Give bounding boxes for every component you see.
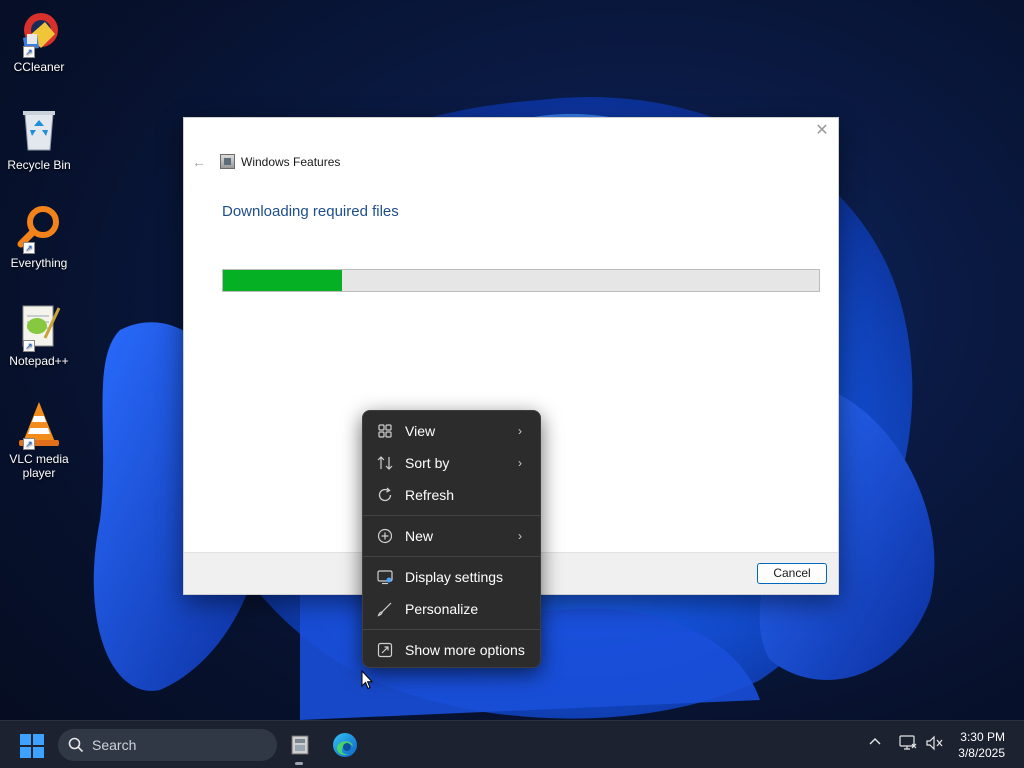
download-progress-bar (222, 269, 820, 292)
vlc-cone-icon: ↗ (15, 400, 63, 450)
menu-item-display-settings[interactable]: Display settings (367, 562, 536, 592)
refresh-icon (377, 487, 393, 503)
menu-item-new[interactable]: New › (367, 521, 536, 551)
start-button[interactable] (20, 734, 44, 758)
magnifier-icon: ↗ (15, 204, 63, 254)
menu-item-personalize[interactable]: Personalize (367, 594, 536, 624)
shortcut-arrow-icon: ↗ (23, 46, 35, 58)
menu-item-refresh[interactable]: Refresh (367, 480, 536, 510)
running-indicator (295, 762, 303, 765)
close-button[interactable]: ✕ (814, 122, 830, 140)
taskbar-clock[interactable]: 3:30 PM 3/8/2025 (958, 729, 1005, 761)
windows-features-app-icon (291, 735, 309, 755)
search-icon (68, 737, 84, 753)
desktop-icon-label: Recycle Bin (7, 158, 71, 172)
notepadpp-icon: ↗ (15, 302, 63, 352)
desktop-icon-label: Everything (10, 256, 68, 270)
menu-item-label: Sort by (405, 455, 450, 471)
taskbar-search-box[interactable]: Search (58, 729, 277, 761)
chevron-right-icon: › (518, 529, 522, 543)
taskbar-app-edge[interactable] (331, 731, 359, 759)
shortcut-arrow-icon: ↗ (23, 438, 35, 450)
back-arrow-icon[interactable]: ← (192, 154, 206, 170)
desktop-icon-ccleaner[interactable]: ↗ CCleaner (4, 8, 74, 74)
shortcut-arrow-icon: ↗ (23, 340, 35, 352)
edge-browser-icon (333, 733, 357, 757)
network-icon[interactable] (899, 735, 917, 754)
desktop-icon-recycle-bin[interactable]: Recycle Bin (4, 106, 74, 172)
brush-icon (377, 601, 393, 617)
dialog-title: Windows Features (241, 154, 341, 169)
cancel-button[interactable]: Cancel (757, 563, 827, 584)
desktop-icon-everything[interactable]: ↗ Everything (4, 204, 74, 270)
dialog-title-row: Windows Features (220, 154, 340, 169)
taskbar-app-windows-features[interactable] (286, 731, 314, 765)
volume-muted-icon[interactable] (925, 735, 943, 754)
progress-fill (223, 270, 343, 291)
dialog-heading: Downloading required files (222, 203, 399, 220)
menu-item-label: Show more options (405, 642, 525, 658)
menu-item-label: View (405, 423, 436, 439)
expand-icon (377, 642, 393, 658)
grid-icon (377, 423, 393, 439)
desktop-context-menu: View › Sort by › Refresh New › Display s… (362, 410, 541, 668)
menu-separator (363, 556, 540, 557)
shortcut-arrow-icon: ↗ (23, 242, 35, 254)
clock-time: 3:30 PM (960, 730, 1005, 744)
plus-circle-icon (377, 528, 393, 544)
ccleaner-icon: ↗ (15, 8, 63, 58)
mouse-cursor-icon (361, 669, 374, 695)
search-placeholder: Search (92, 737, 137, 753)
desktop-icon-label: VLC media player (9, 452, 69, 480)
desktop-icon-label: CCleaner (13, 60, 65, 74)
menu-item-label: Refresh (405, 487, 455, 503)
desktop-icon-vlc[interactable]: ↗ VLC media player (4, 400, 74, 480)
menu-item-sort-by[interactable]: Sort by › (367, 448, 536, 478)
menu-item-label: Display settings (405, 569, 504, 585)
menu-separator (363, 515, 540, 516)
windows-logo-icon (20, 734, 31, 745)
desktop-icon-label: Notepad++ (9, 354, 69, 368)
recycle-bin-icon (15, 106, 63, 154)
windows-features-icon (220, 154, 235, 169)
menu-item-label: New (405, 528, 434, 544)
menu-item-view[interactable]: View › (367, 416, 536, 446)
display-icon (377, 569, 393, 585)
menu-item-label: Personalize (405, 601, 479, 617)
show-hidden-icons-chevron-up-icon[interactable] (868, 735, 882, 752)
menu-item-show-more-options[interactable]: Show more options (367, 635, 536, 665)
taskbar: Search 3:30 PM 3/8/2025 (0, 720, 1024, 768)
menu-separator (363, 629, 540, 630)
chevron-right-icon: › (518, 456, 522, 470)
chevron-right-icon: › (518, 424, 522, 438)
sort-icon (377, 455, 393, 471)
clock-date: 3/8/2025 (958, 746, 1005, 760)
desktop-icon-notepadpp[interactable]: ↗ Notepad++ (4, 302, 74, 368)
